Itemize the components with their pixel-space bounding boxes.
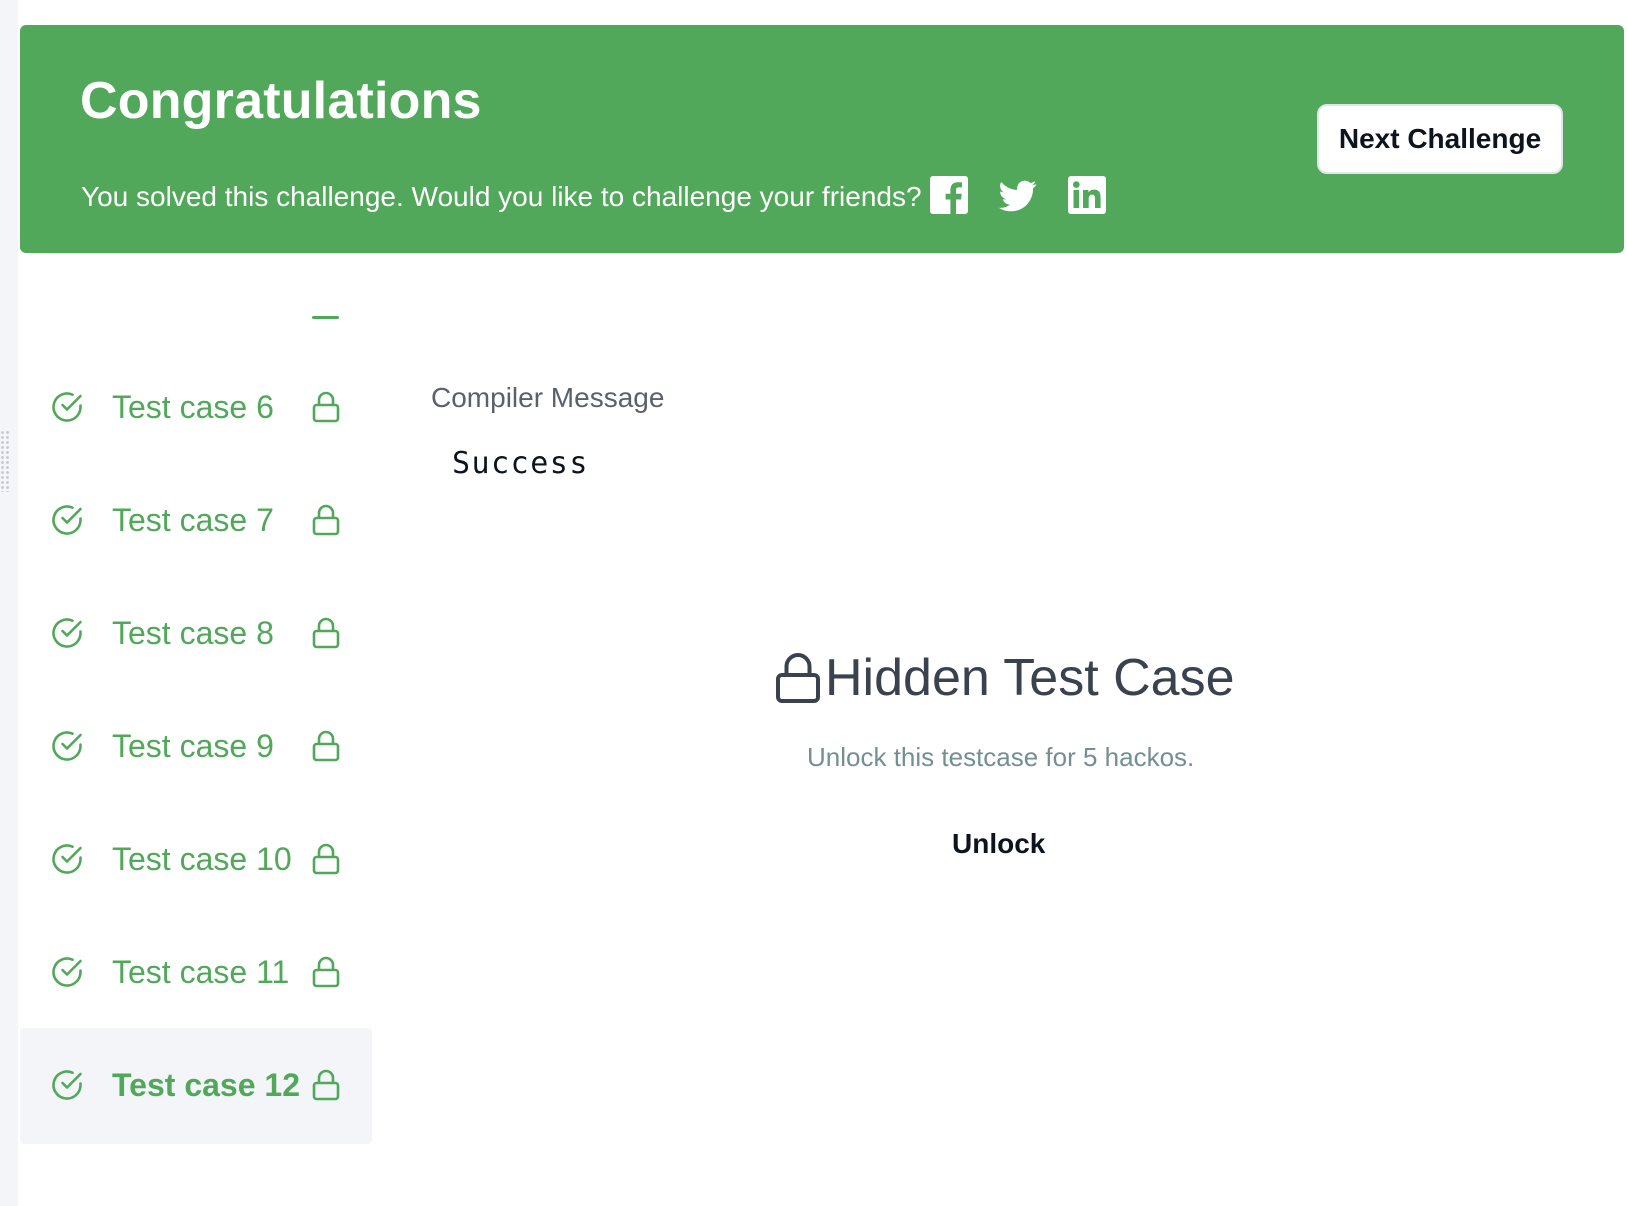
check-circle-icon bbox=[52, 844, 82, 874]
lock-icon bbox=[312, 617, 340, 649]
test-case-item-8[interactable]: Test case 8 bbox=[20, 576, 372, 692]
check-circle-icon bbox=[52, 392, 82, 422]
lock-icon bbox=[312, 730, 340, 762]
check-circle-icon bbox=[52, 505, 82, 535]
left-gutter bbox=[0, 0, 18, 1206]
test-case-item-6[interactable]: Test case 6 bbox=[20, 350, 372, 466]
test-case-label: Test case 10 bbox=[112, 841, 292, 877]
lock-icon bbox=[312, 1069, 340, 1101]
compiler-message-label: Compiler Message bbox=[431, 382, 665, 413]
test-case-item-9[interactable]: Test case 9 bbox=[20, 689, 372, 805]
scroll-indicator bbox=[312, 316, 339, 319]
test-case-item-7[interactable]: Test case 7 bbox=[20, 463, 372, 579]
facebook-icon[interactable] bbox=[930, 176, 968, 214]
lock-icon bbox=[312, 956, 340, 988]
test-case-label: Test case 6 bbox=[112, 389, 274, 425]
compiler-message-value: Success bbox=[452, 446, 589, 481]
test-case-label: Test case 11 bbox=[112, 954, 290, 990]
test-case-item-10[interactable]: Test case 10 bbox=[20, 802, 372, 918]
test-case-label: Test case 8 bbox=[112, 615, 274, 651]
next-challenge-button[interactable]: Next Challenge bbox=[1317, 104, 1563, 174]
hidden-test-case-heading: Hidden Test Case bbox=[775, 652, 1235, 704]
lock-icon bbox=[776, 653, 820, 703]
banner-subtitle: You solved this challenge. Would you lik… bbox=[81, 181, 922, 212]
lock-icon bbox=[312, 391, 340, 423]
check-circle-icon bbox=[52, 731, 82, 761]
unlock-button[interactable]: Unlock bbox=[952, 827, 1045, 861]
lock-icon bbox=[312, 504, 340, 536]
linkedin-icon[interactable] bbox=[1068, 176, 1106, 214]
banner-title: Congratulations bbox=[80, 72, 482, 130]
lock-icon bbox=[312, 843, 340, 875]
test-case-label: Test case 7 bbox=[112, 502, 274, 538]
test-case-label: Test case 12 bbox=[112, 1067, 300, 1103]
check-circle-icon bbox=[52, 1070, 82, 1100]
test-case-label: Test case 9 bbox=[112, 728, 274, 764]
unlock-note: Unlock this testcase for 5 hackos. bbox=[807, 742, 1195, 772]
test-case-item-11[interactable]: Test case 11 bbox=[20, 915, 372, 1031]
test-case-item-12[interactable]: Test case 12 bbox=[20, 1028, 372, 1144]
congratulations-banner: Congratulations You solved this challeng… bbox=[20, 25, 1624, 253]
resize-grip-icon[interactable] bbox=[0, 430, 10, 492]
hidden-test-case-title: Hidden Test Case bbox=[825, 649, 1235, 707]
check-circle-icon bbox=[52, 618, 82, 648]
share-icons bbox=[930, 176, 1106, 214]
twitter-icon[interactable] bbox=[999, 176, 1037, 214]
check-circle-icon bbox=[52, 957, 82, 987]
